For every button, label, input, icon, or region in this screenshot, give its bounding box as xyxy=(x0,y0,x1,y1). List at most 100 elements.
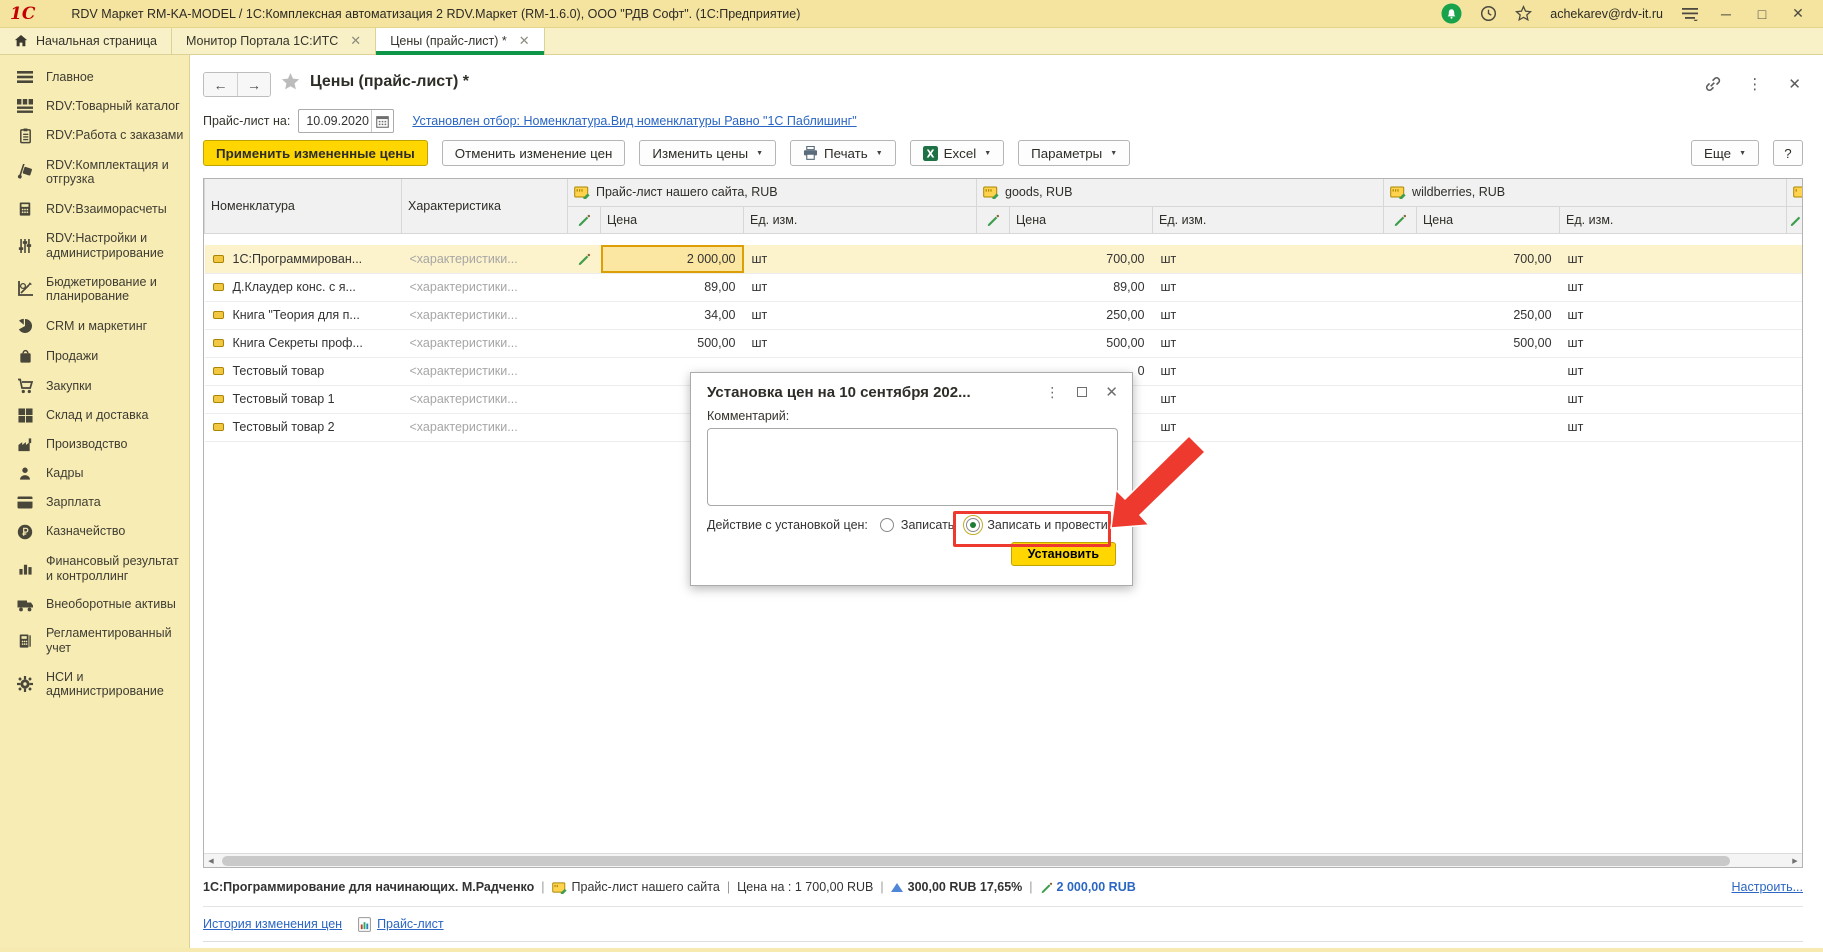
sidebar-item-sales[interactable]: Продажи xyxy=(0,341,189,371)
print-button[interactable]: Печать▼ xyxy=(790,140,896,166)
filter-link[interactable]: Установлен отбор: Номенклатура.Вид номен… xyxy=(412,114,856,128)
scroll-right-button[interactable]: ▶ xyxy=(1788,857,1802,865)
history-icon[interactable] xyxy=(1480,5,1497,22)
cell-goods-unit[interactable]: шт xyxy=(1153,273,1384,301)
forward-button[interactable]: → xyxy=(237,73,270,96)
sidebar-item-warehouse[interactable]: Склад и доставка xyxy=(0,401,189,430)
pricelist-date-input[interactable]: 10.09.2020 xyxy=(298,109,394,133)
cell-wildberries-unit[interactable]: шт xyxy=(1560,385,1787,413)
sidebar-item-hr[interactable]: Кадры xyxy=(0,459,189,488)
cell-goods-unit[interactable]: шт xyxy=(1153,301,1384,329)
cell-site-unit[interactable]: шт xyxy=(744,301,977,329)
calendar-icon[interactable] xyxy=(371,110,393,132)
cell-goods-unit[interactable]: шт xyxy=(1153,385,1384,413)
table-row[interactable]: 1С:Программирован...<характеристики... 2 … xyxy=(205,245,1804,273)
cell-wildberries-price[interactable] xyxy=(1417,385,1560,413)
change-prices-button[interactable]: Изменить цены▼ xyxy=(639,140,776,166)
favorites-star-icon[interactable] xyxy=(1515,5,1532,22)
sidebar-item-shipping[interactable]: RDV:Комплектация и отгрузка xyxy=(0,151,189,195)
cell-nomenclature[interactable]: Д.Клаудер конс. с я... xyxy=(205,273,402,301)
notifications-icon[interactable] xyxy=(1441,3,1462,24)
group-header-goods[interactable]: goods, RUB xyxy=(977,179,1384,206)
radio-write[interactable]: Записать xyxy=(880,518,954,532)
get-link-icon[interactable] xyxy=(1704,76,1721,93)
more-button[interactable]: Еще▼ xyxy=(1691,140,1759,166)
comment-textarea[interactable] xyxy=(707,428,1118,506)
cell-wildberries-unit[interactable]: шт xyxy=(1560,245,1787,273)
cell-wildberries-unit[interactable]: шт xyxy=(1560,273,1787,301)
cell-goods-unit[interactable]: шт xyxy=(1153,245,1384,273)
sidebar-item-production[interactable]: Производство xyxy=(0,430,189,459)
header-price[interactable]: Цена xyxy=(1417,206,1560,233)
minimize-button[interactable]: ─ xyxy=(1717,6,1735,22)
cell-goods-price[interactable]: 250,00 xyxy=(1010,301,1153,329)
sidebar-item-settlements[interactable]: RDV:Взаиморасчеты xyxy=(0,194,189,224)
tab-close-icon[interactable]: ✕ xyxy=(350,33,361,49)
cell-wildberries-price[interactable]: 500,00 xyxy=(1417,329,1560,357)
user-email[interactable]: achekarev@rdv-it.ru xyxy=(1550,7,1663,21)
header-nomenclature[interactable]: Номенклатура xyxy=(205,179,402,233)
sidebar-item-assets[interactable]: Внеоборотные активы xyxy=(0,590,189,619)
cell-site-price[interactable]: 89,00 xyxy=(601,273,744,301)
pricelist-link[interactable]: Прайс-лист xyxy=(377,917,444,931)
apply-prices-button[interactable]: Применить измененные цены xyxy=(203,140,428,166)
sidebar-item-main[interactable]: Главное xyxy=(0,63,189,92)
favorite-star-icon[interactable] xyxy=(280,71,301,92)
header-price[interactable]: Цена xyxy=(601,206,744,233)
sidebar-item-product-catalog[interactable]: RDV:Товарный каталог xyxy=(0,92,189,121)
cell-wildberries-price[interactable] xyxy=(1417,413,1560,441)
sidebar-item-treasury[interactable]: Казначейство xyxy=(0,517,189,547)
sidebar-item-crm[interactable]: CRM и маркетинг xyxy=(0,311,189,341)
help-button[interactable]: ? xyxy=(1773,140,1803,166)
sidebar-item-regulated-accounting[interactable]: Регламентированный учет xyxy=(0,619,189,663)
tab-home[interactable]: Начальная страница xyxy=(0,28,172,54)
sidebar-item-budgeting[interactable]: Бюджетирование и планирование xyxy=(0,268,189,312)
header-unit[interactable]: Ед. изм. xyxy=(1560,206,1787,233)
cell-wildberries-unit[interactable]: шт xyxy=(1560,357,1787,385)
cell-site-unit[interactable]: шт xyxy=(744,273,977,301)
sidebar-item-purchases[interactable]: Закупки xyxy=(0,371,189,401)
cell-wildberries-unit[interactable]: шт xyxy=(1560,329,1787,357)
table-row[interactable]: Книга Секреты проф...<характеристики... 5… xyxy=(205,329,1804,357)
tab-close-icon[interactable]: ✕ xyxy=(519,33,530,49)
cell-site-unit[interactable]: шт xyxy=(744,245,977,273)
sidebar-item-finance[interactable]: Финансовый результат и контроллинг xyxy=(0,547,189,591)
cell-goods-unit[interactable]: шт xyxy=(1153,329,1384,357)
dialog-kebab-icon[interactable]: ⋮ xyxy=(1045,384,1059,401)
cell-goods-price[interactable]: 700,00 xyxy=(1010,245,1153,273)
group-header-wildberries[interactable]: wildberries, RUB xyxy=(1384,179,1787,206)
maximize-button[interactable]: □ xyxy=(1753,6,1771,22)
cell-characteristic[interactable]: <характеристики... xyxy=(402,245,568,273)
cell-wildberries-price[interactable] xyxy=(1417,273,1560,301)
cell-site-price[interactable]: 500,00 xyxy=(601,329,744,357)
cell-nomenclature[interactable]: Тестовый товар xyxy=(205,357,402,385)
scroll-thumb[interactable] xyxy=(222,856,1730,866)
tab-monitor[interactable]: Монитор Портала 1С:ИТС ✕ xyxy=(172,28,376,54)
scroll-left-button[interactable]: ◀ xyxy=(204,857,218,865)
cell-nomenclature[interactable]: Тестовый товар 2 xyxy=(205,413,402,441)
back-button[interactable]: ← xyxy=(204,73,237,96)
page-kebab-icon[interactable]: ⋮ xyxy=(1747,75,1762,93)
cell-wildberries-unit[interactable]: шт xyxy=(1560,301,1787,329)
sidebar-item-settings-admin[interactable]: RDV:Настройки и администрирование xyxy=(0,224,189,268)
cell-wildberries-price[interactable] xyxy=(1417,357,1560,385)
cell-site-price-selected[interactable]: 2 000,00 xyxy=(601,245,744,273)
cell-goods-price[interactable]: 89,00 xyxy=(1010,273,1153,301)
dialog-close-button[interactable]: ✕ xyxy=(1105,383,1118,401)
window-close-button[interactable]: ✕ xyxy=(1789,5,1807,22)
cell-goods-unit[interactable]: шт xyxy=(1153,357,1384,385)
cell-characteristic[interactable]: <характеристики... xyxy=(402,273,568,301)
cancel-price-changes-button[interactable]: Отменить изменение цен xyxy=(442,140,626,166)
cell-site-unit[interactable]: шт xyxy=(744,329,977,357)
cell-characteristic[interactable]: <характеристики... xyxy=(402,329,568,357)
cell-wildberries-unit[interactable]: шт xyxy=(1560,413,1787,441)
cell-site-price[interactable]: 34,00 xyxy=(601,301,744,329)
header-price[interactable]: Цена xyxy=(1010,206,1153,233)
header-unit[interactable]: Ед. изм. xyxy=(744,206,977,233)
price-history-link[interactable]: История изменения цен xyxy=(203,917,342,931)
service-menu-icon[interactable] xyxy=(1681,7,1699,21)
header-characteristic[interactable]: Характеристика xyxy=(402,179,568,233)
cell-nomenclature[interactable]: Книга Секреты проф... xyxy=(205,329,402,357)
cell-nomenclature[interactable]: Тестовый товар 1 xyxy=(205,385,402,413)
cell-nomenclature[interactable]: 1С:Программирован... xyxy=(205,245,402,273)
